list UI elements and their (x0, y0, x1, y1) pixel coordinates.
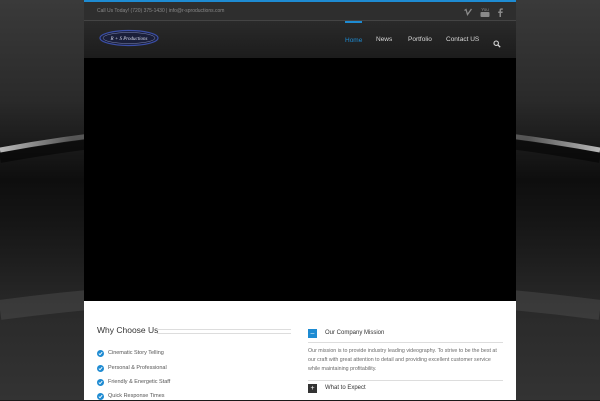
site-header: R + S Productions Home News Portfolio Co… (84, 21, 516, 59)
check-icon (97, 378, 104, 386)
list-item-label: Friendly & Energetic Staff (108, 379, 171, 385)
logo-text: R + S Productions (110, 37, 148, 42)
list-item: Personal & Professional (97, 363, 167, 373)
facebook-icon[interactable] (497, 6, 503, 18)
why-choose-us-heading: Why Choose Us (97, 325, 159, 335)
page-wrapper: Call Us Today! (720) 375-1430 | info@r-s… (84, 0, 516, 400)
youtube-icon[interactable]: You (480, 6, 490, 18)
plus-icon: + (308, 383, 317, 393)
list-item: Friendly & Energetic Staff (97, 377, 170, 387)
search-icon[interactable] (493, 35, 501, 53)
logo[interactable]: R + S Productions (99, 29, 159, 52)
vimeo-icon[interactable] (464, 6, 472, 18)
accordion-expect-toggle[interactable]: + What to Expect (308, 383, 366, 393)
minus-icon: – (308, 328, 317, 338)
list-item: Cinematic Story Telling (97, 348, 164, 358)
check-icon (97, 364, 104, 372)
top-bar: Call Us Today! (720) 375-1430 | info@r-s… (84, 0, 516, 21)
contact-info: Call Us Today! (720) 375-1430 | info@r-s… (97, 8, 225, 14)
list-item-label: Quick Response Times (108, 393, 165, 399)
accordion-expect-title: What to Expect (325, 385, 366, 391)
check-icon (97, 349, 104, 357)
nav-news[interactable]: News (376, 21, 392, 58)
list-item-label: Personal & Professional (108, 365, 167, 371)
nav-portfolio[interactable]: Portfolio (408, 21, 432, 58)
check-icon (97, 392, 104, 400)
list-item-label: Cinematic Story Telling (108, 350, 164, 356)
accordion-divider (308, 342, 503, 343)
accordion-mission-body: Our mission is to provide industry leadi… (308, 348, 497, 372)
accordion-mission-title: Our Company Mission (325, 330, 385, 336)
accordion-mission-toggle[interactable]: – Our Company Mission (308, 328, 384, 338)
video-player[interactable] (84, 58, 516, 301)
content-section: Why Choose Us Cinematic Story Telling Pe… (84, 301, 516, 400)
heading-divider (157, 329, 291, 334)
accordion-divider (308, 380, 503, 381)
nav-contact-us[interactable]: Contact US (446, 21, 479, 58)
svg-text:You: You (481, 7, 489, 12)
nav-home[interactable]: Home (345, 21, 363, 58)
